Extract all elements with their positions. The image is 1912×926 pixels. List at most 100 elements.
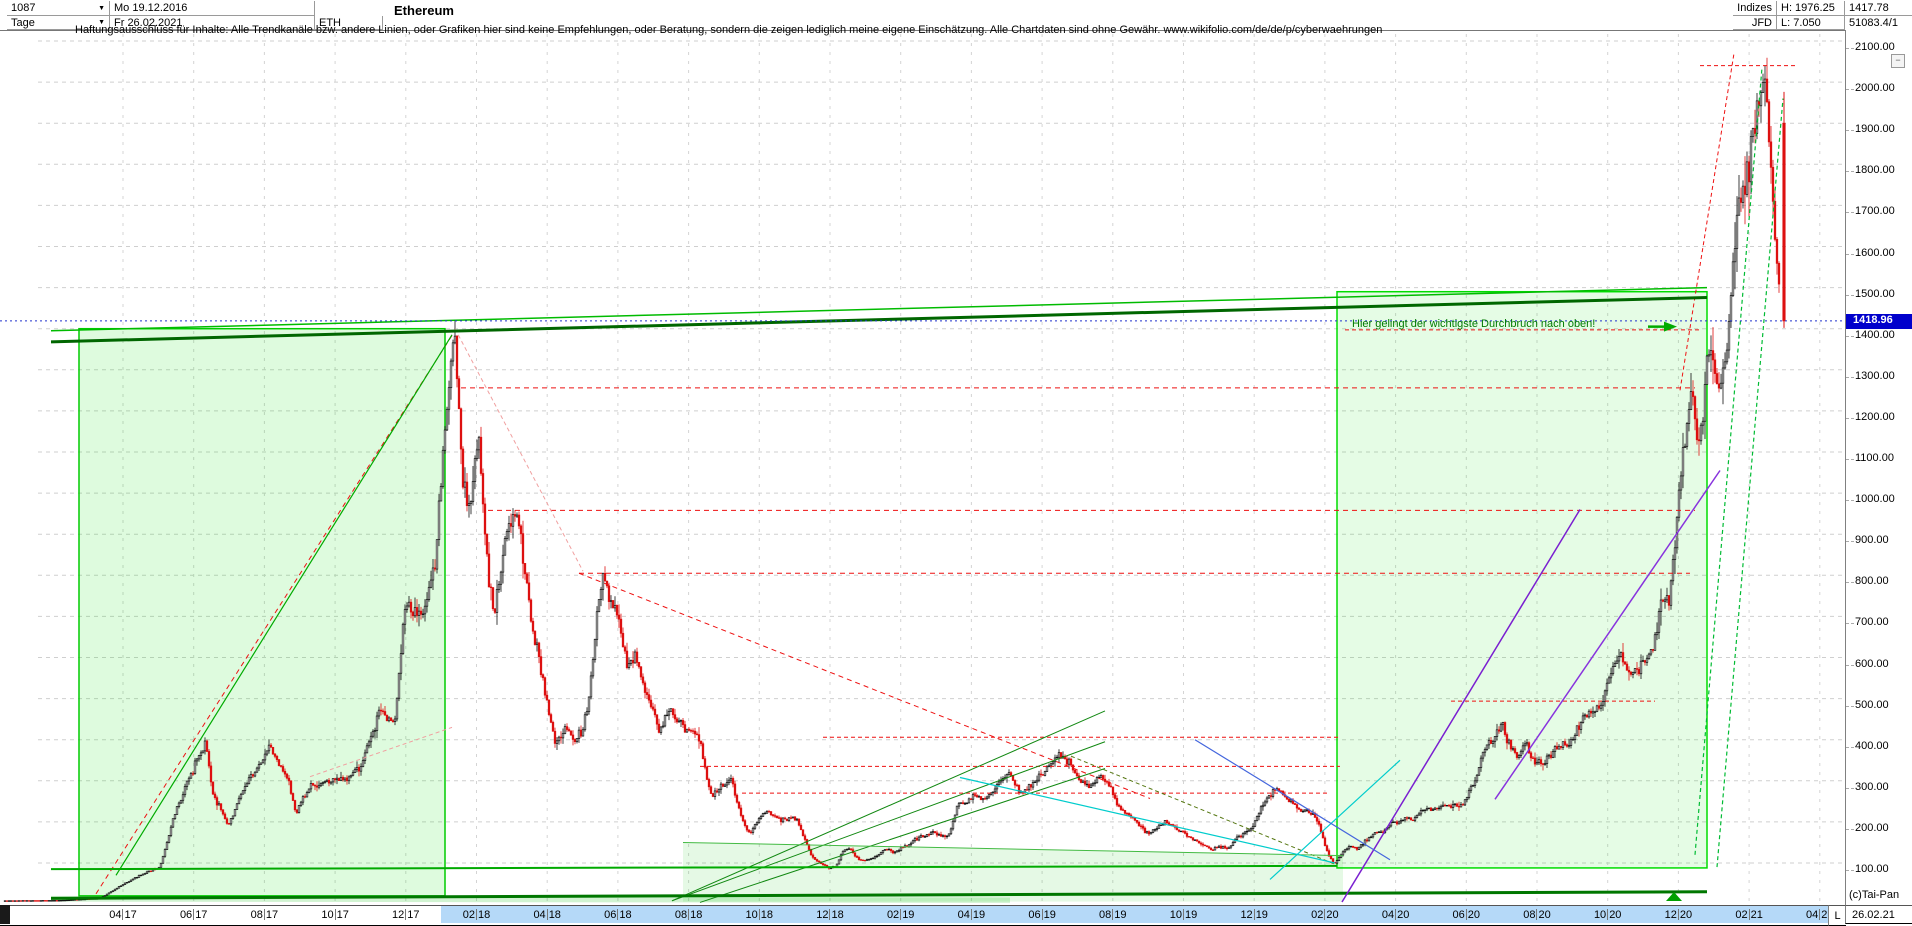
- candle-body: [1369, 836, 1373, 839]
- candle-body: [1723, 361, 1727, 369]
- candle-body: [1429, 807, 1433, 811]
- candle-body: [573, 739, 577, 743]
- candle-body: [407, 601, 411, 607]
- candle-body: [1629, 671, 1633, 675]
- last-candle-body: [1782, 122, 1786, 322]
- date-axis-label: 08 17: [250, 908, 279, 921]
- candle-body: [1485, 744, 1489, 750]
- collapse-button[interactable]: −: [1891, 54, 1905, 68]
- candle-body: [1589, 710, 1593, 714]
- candle-body: [951, 820, 955, 830]
- candle-body: [1491, 740, 1495, 744]
- candle-body: [821, 863, 825, 865]
- candle-body: [387, 717, 391, 722]
- candle-body: [1641, 660, 1645, 662]
- candle-body: [1529, 752, 1533, 759]
- candle-body: [1015, 784, 1019, 787]
- candle-body: [1759, 92, 1763, 107]
- date-tick: [1253, 909, 1255, 920]
- candle-body: [175, 806, 179, 815]
- candle-body: [373, 730, 377, 732]
- candle-body: [1403, 817, 1407, 821]
- candle-body: [881, 850, 885, 853]
- candle-body: [115, 887, 119, 890]
- candle-body: [991, 791, 995, 794]
- candle-body: [19, 900, 23, 902]
- candle-body: [811, 854, 815, 858]
- candle-body: [1365, 839, 1369, 842]
- candle-body: [669, 708, 673, 712]
- candle-body: [1189, 836, 1193, 839]
- candle-body: [1335, 860, 1339, 864]
- candle-body: [709, 786, 713, 794]
- candle-body: [713, 790, 717, 797]
- candle-body: [349, 774, 353, 778]
- price-tick: [1846, 171, 1854, 173]
- candle-body: [279, 765, 283, 767]
- start-date-cell[interactable]: Mo 19.12.2016: [110, 1, 315, 16]
- date-axis[interactable]: 04 17 06 17 08 17 10 17 12 17 02 18 04 18 06 18 08 18 10 18…: [0, 905, 1856, 926]
- latest-label: L: [1828, 905, 1846, 926]
- date-tick: [334, 909, 336, 920]
- price-axis[interactable]: 2100.00 2000.00 1900.00 1800.00 1700.00 1600.…: [1845, 30, 1912, 905]
- candle-body: [321, 782, 325, 784]
- candle-body: [1725, 349, 1729, 363]
- candle-body: [1771, 166, 1775, 202]
- stats-source-1: Indizes: [1733, 1, 1777, 16]
- candle-body: [981, 798, 985, 801]
- price-axis-label: 1300.00: [1855, 369, 1895, 382]
- price-tick: [1846, 541, 1854, 543]
- candle-body: [687, 728, 691, 731]
- candle-body: [683, 724, 687, 733]
- candle-body: [575, 738, 579, 743]
- candle-body: [113, 888, 117, 892]
- candle-body: [1473, 780, 1477, 786]
- candle-body: [363, 752, 367, 761]
- candle-body: [787, 817, 791, 821]
- candle-body: [329, 781, 333, 784]
- price-tick: [1846, 294, 1854, 296]
- price-axis-label: 500.00: [1855, 698, 1889, 711]
- price-axis-label: 800.00: [1855, 575, 1889, 588]
- candle-body: [1041, 774, 1045, 776]
- candle-body: [945, 835, 949, 838]
- candle-body: [585, 711, 589, 716]
- candle-body: [1049, 763, 1053, 767]
- candle-body: [1007, 772, 1011, 775]
- candle-body: [699, 740, 703, 745]
- candle-body: [643, 682, 647, 693]
- candle-body: [637, 662, 641, 668]
- price-chart[interactable]: [0, 30, 1845, 905]
- bar-count-dropdown[interactable]: 1087 ▼: [7, 1, 110, 16]
- candle-body: [731, 778, 735, 785]
- candle-body: [451, 342, 455, 362]
- candle-body: [5, 900, 9, 902]
- candle-body: [617, 614, 621, 620]
- candle-body: [1409, 817, 1413, 821]
- date-tick: [617, 909, 619, 920]
- candle-body: [497, 583, 501, 590]
- candle-body: [1567, 745, 1571, 747]
- candle-body: [703, 758, 707, 768]
- candle-body: [263, 753, 267, 761]
- chart-area[interactable]: [0, 30, 1845, 905]
- candle-body: [453, 335, 457, 344]
- date-axis-label: 12 19: [1218, 906, 1290, 923]
- candle-body: [243, 786, 247, 792]
- candle-body: [937, 834, 941, 836]
- stats-value-2: 51083.4/1: [1845, 16, 1912, 30]
- candle-body: [557, 736, 561, 742]
- candle-body: [1585, 714, 1589, 718]
- candle-body: [909, 842, 913, 846]
- candle-body: [861, 859, 865, 861]
- date-axis-label: 08 20: [1501, 906, 1573, 923]
- candle-body: [741, 815, 745, 822]
- candle-body: [1139, 825, 1143, 828]
- candle-body: [899, 846, 903, 851]
- candle-body: [919, 835, 923, 838]
- price-tick: [1846, 787, 1854, 789]
- candle-body: [983, 798, 987, 800]
- price-axis-label: 1900.00: [1855, 123, 1895, 136]
- price-tick: [1846, 212, 1854, 214]
- candle-body: [1299, 808, 1303, 812]
